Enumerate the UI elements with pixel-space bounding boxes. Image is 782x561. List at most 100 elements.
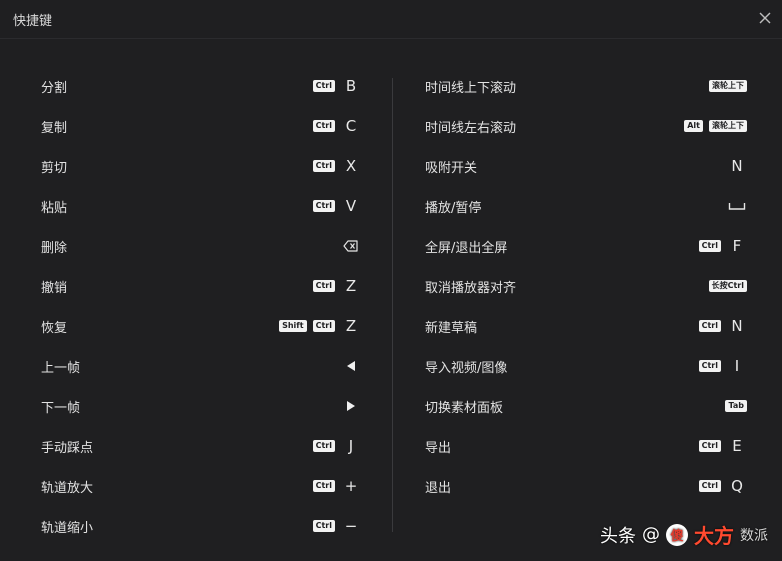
shortcut-row: 取消播放器对齐 长按Ctrl (425, 266, 747, 306)
shortcut-label: 播放/暂停 (425, 201, 482, 216)
shortcut-label: 全屏/退出全屏 (425, 241, 508, 256)
shortcut-label: 剪切 (41, 161, 68, 176)
shortcut-label: 删除 (41, 241, 68, 256)
shortcut-keys: Tab (725, 395, 747, 417)
key-badge: Ctrl (312, 280, 335, 292)
shortcut-label: 复制 (41, 121, 68, 136)
shortcut-keys: Ctrl N (698, 315, 747, 337)
shortcut-label: 粘贴 (41, 201, 68, 216)
shortcut-row: 吸附开关 N (425, 146, 747, 186)
shortcut-keys: Ctrl Q (698, 475, 747, 497)
watermark-logo: 傻 (666, 523, 688, 546)
shortcut-row: 删除 (41, 226, 361, 266)
key-letter: + (344, 477, 358, 495)
shortcut-label: 时间线上下滚动 (425, 81, 517, 96)
shortcut-row: 剪切 Ctrl X (41, 146, 361, 186)
shortcut-row: 上一帧 (41, 346, 361, 386)
key-badge: Shift (279, 320, 307, 332)
key-badge: Tab (725, 400, 747, 412)
column-divider (392, 78, 393, 532)
key-badge: Ctrl (312, 120, 335, 132)
arrow-right-icon (341, 398, 361, 414)
shortcut-row: 轨道缩小 Ctrl − (41, 506, 361, 546)
shortcut-keys: Shift Ctrl Z (279, 315, 361, 337)
shortcut-keys (341, 355, 361, 377)
key-letter: F (732, 237, 742, 255)
shortcut-label: 下一帧 (41, 401, 81, 416)
shortcut-keys (341, 395, 361, 417)
close-button[interactable] (758, 11, 772, 25)
shortcut-keys: Ctrl + (312, 475, 361, 497)
shortcut-label: 手动踩点 (41, 441, 94, 456)
key-letter: C (345, 117, 357, 135)
key-badge: Ctrl (312, 520, 335, 532)
shortcut-label: 轨道缩小 (41, 521, 94, 536)
dialog-title: 快捷键 (13, 14, 53, 29)
key-badge: 滚轮上下 (709, 80, 747, 92)
shortcut-label: 新建草稿 (425, 321, 478, 336)
shortcut-row: 切换素材面板 Tab (425, 386, 747, 426)
key-letter: N (731, 317, 743, 335)
key-badge: 滚轮上下 (709, 120, 747, 132)
shortcut-keys: Ctrl E (698, 435, 747, 457)
shortcut-row: 导入视频/图像 Ctrl I (425, 346, 747, 386)
shortcut-label: 时间线左右滚动 (425, 121, 517, 136)
shortcut-label: 切换素材面板 (425, 401, 504, 416)
key-badge: Alt (684, 120, 703, 132)
space-bar-icon (727, 198, 747, 214)
close-icon (759, 12, 771, 24)
backspace-icon (341, 238, 361, 254)
watermark: 头条 @ 傻 大方 数派 (600, 520, 768, 549)
key-letter: Z (345, 317, 357, 335)
key-badge: Ctrl (698, 360, 721, 372)
key-badge: Ctrl (698, 480, 721, 492)
shortcut-row: 时间线左右滚动 Alt 滚轮上下 (425, 106, 747, 146)
shortcut-label: 撤销 (41, 281, 68, 296)
key-badge: Ctrl (312, 160, 335, 172)
shortcut-label: 分割 (41, 81, 68, 96)
shortcut-keys: Alt 滚轮上下 (684, 115, 747, 137)
key-letter: E (732, 437, 742, 455)
key-letter: − (344, 517, 358, 535)
key-badge: Ctrl (312, 440, 335, 452)
shortcut-keys: Ctrl F (698, 235, 747, 257)
key-letter: V (345, 197, 357, 215)
shortcut-row: 播放/暂停 (425, 186, 747, 226)
shortcut-label: 吸附开关 (425, 161, 478, 176)
shortcut-row: 恢复 Shift Ctrl Z (41, 306, 361, 346)
shortcut-row: 撤销 Ctrl Z (41, 266, 361, 306)
shortcut-keys: Ctrl B (312, 75, 361, 97)
key-badge: Ctrl (698, 320, 721, 332)
key-badge: Ctrl (698, 440, 721, 452)
shortcut-row: 手动踩点 Ctrl J (41, 426, 361, 466)
key-letter: Z (345, 277, 357, 295)
shortcuts-dialog: 快捷键 分割 Ctrl B 复制 Ctrl C 剪切 Ctrl X 粘贴 Ctrl V 删除 撤销 Ctrl… (0, 0, 782, 561)
key-badge: Ctrl (312, 200, 335, 212)
key-letter: B (345, 77, 357, 95)
shortcut-row: 复制 Ctrl C (41, 106, 361, 146)
shortcut-row: 分割 Ctrl B (41, 66, 361, 106)
key-badge: Ctrl (698, 240, 721, 252)
shortcut-keys: Ctrl X (312, 155, 361, 177)
shortcut-keys: 滚轮上下 (709, 75, 747, 97)
key-badge: 长按Ctrl (708, 280, 747, 292)
shortcut-keys: Ctrl − (312, 515, 361, 537)
key-badge: Ctrl (312, 480, 335, 492)
shortcut-label: 退出 (425, 481, 452, 496)
shortcut-row: 全屏/退出全屏 Ctrl F (425, 226, 747, 266)
dialog-titlebar: 快捷键 (0, 0, 782, 39)
shortcut-keys: Ctrl J (312, 435, 361, 457)
shortcut-label: 恢复 (41, 321, 68, 336)
key-letter: X (345, 157, 357, 175)
shortcut-keys: Ctrl Z (312, 275, 361, 297)
key-letter: I (734, 357, 740, 375)
shortcut-keys: Ctrl C (312, 115, 361, 137)
shortcut-row: 退出 Ctrl Q (425, 466, 747, 506)
shortcut-label: 导入视频/图像 (425, 361, 508, 376)
shortcut-keys: 长按Ctrl (708, 275, 747, 297)
key-letter: J (348, 437, 354, 455)
shortcut-keys: Ctrl I (698, 355, 747, 377)
shortcut-label: 取消播放器对齐 (425, 281, 517, 296)
key-badge: Ctrl (312, 320, 335, 332)
arrow-left-icon (341, 358, 361, 374)
